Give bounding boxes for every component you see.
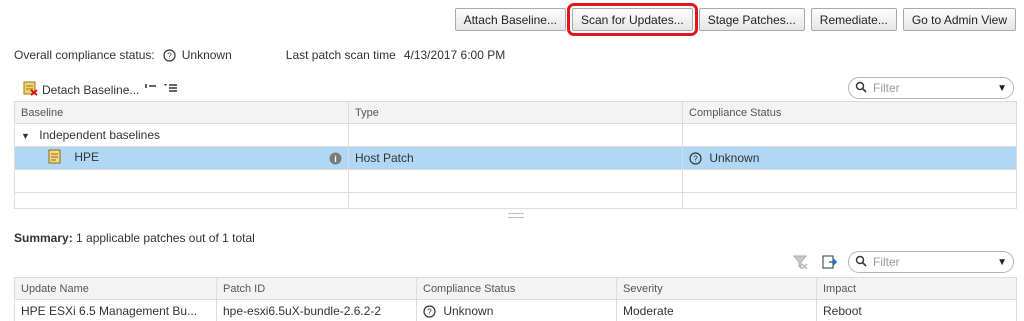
table-row [14,192,1017,209]
svg-text:i: i [334,154,337,164]
patch-status: Unknown [443,303,494,318]
last-scan-value: 4/13/2017 6:00 PM [403,48,506,62]
patch-filter-input[interactable]: Filter [873,255,997,269]
collapse-arrow-icon[interactable]: ▼ [21,131,30,141]
search-icon [855,255,867,270]
column-header-update-name[interactable]: Update Name [14,277,217,300]
table-row[interactable]: HPE i Host Patch ? Unknown [14,146,1017,170]
column-header-type[interactable]: Type [348,101,683,124]
table-row[interactable]: ▼ Independent baselines [14,123,1017,147]
go-to-admin-view-button[interactable]: Go to Admin View [902,8,1016,31]
baseline-icon [47,149,63,167]
action-toolbar: Attach Baseline... Scan for Updates... S… [454,3,1016,36]
detach-baseline-button[interactable]: Detach Baseline... [22,80,139,99]
summary-text: 1 applicable patches out of 1 total [76,231,255,245]
baseline-filter[interactable]: Filter ▼ [848,77,1014,99]
pane-splitter[interactable] [508,213,524,218]
detach-baseline-icon [22,80,38,99]
clear-filter-icon[interactable] [792,254,808,273]
column-header-impact[interactable]: Impact [816,277,1017,300]
baseline-type: Host Patch [348,146,683,170]
search-icon [855,81,867,96]
patch-toolbar [792,254,838,273]
baseline-name: HPE [74,150,100,165]
table-row [14,169,1017,193]
baseline-status: Unknown [709,150,760,165]
summary-label: Summary: [14,231,73,245]
collapse-all-icon[interactable] [163,81,179,98]
update-name: HPE ESXi 6.5 Management Bu... [14,299,217,321]
stage-patches-button[interactable]: Stage Patches... [698,8,805,31]
unknown-status-icon: ? [689,152,702,165]
svg-text:?: ? [427,308,432,317]
baseline-filter-input[interactable]: Filter [873,81,997,95]
detach-baseline-label: Detach Baseline... [42,82,140,97]
summary: Summary: 1 applicable patches out of 1 t… [14,231,255,245]
remediate-button[interactable]: Remediate... [810,8,897,31]
column-header-compliance-status[interactable]: Compliance Status [416,277,617,300]
patch-table: Update Name Patch ID Compliance Status S… [14,277,1017,321]
expand-all-icon[interactable] [143,81,159,98]
column-header-baseline[interactable]: Baseline [14,101,349,124]
scan-for-updates-button[interactable]: Scan for Updates... [566,3,698,36]
chevron-down-icon[interactable]: ▼ [997,83,1007,94]
info-icon[interactable]: i [329,152,342,168]
status-row: Overall compliance status: ? Unknown Las… [14,48,505,62]
unknown-status-icon: ? [163,48,176,62]
last-scan-label: Last patch scan time [285,48,396,62]
patch-severity: Moderate [616,299,817,321]
patch-filter[interactable]: Filter ▼ [848,251,1014,273]
svg-text:?: ? [167,51,172,60]
baseline-group-label: Independent baselines [39,128,161,142]
svg-text:?: ? [693,155,698,164]
overall-compliance-value: Unknown [181,48,232,62]
baseline-toolbar: Detach Baseline... [22,80,179,99]
patch-impact: Reboot [816,299,1017,321]
column-header-patch-id[interactable]: Patch ID [216,277,417,300]
column-header-compliance-status[interactable]: Compliance Status [682,101,1017,124]
patch-id: hpe-esxi6.5uX-bundle-2.6.2-2 [216,299,417,321]
table-row[interactable]: HPE ESXi 6.5 Management Bu... hpe-esxi6.… [14,299,1017,321]
chevron-down-icon[interactable]: ▼ [997,257,1007,268]
overall-compliance-label: Overall compliance status: [14,48,155,62]
baseline-table: Baseline Type Compliance Status ▼ Indepe… [14,101,1017,209]
attach-baseline-button[interactable]: Attach Baseline... [454,8,566,31]
unknown-status-icon: ? [423,305,436,318]
export-icon[interactable] [822,254,838,273]
column-header-severity[interactable]: Severity [616,277,817,300]
